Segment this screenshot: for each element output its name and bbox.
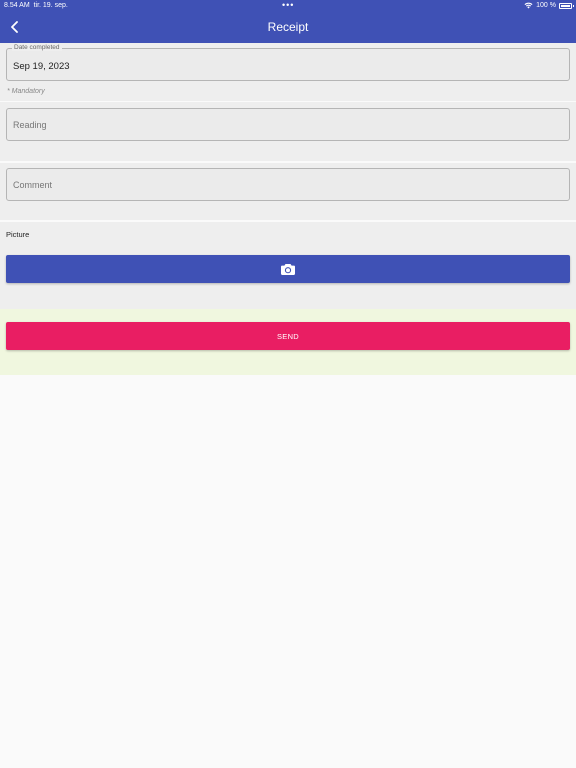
send-area: SEND (0, 309, 576, 375)
reading-input[interactable] (13, 109, 553, 140)
comment-field[interactable] (6, 168, 570, 201)
comment-section (0, 163, 576, 220)
take-picture-button[interactable] (6, 255, 570, 283)
battery-percent: 100 % (536, 2, 556, 9)
wifi-icon (524, 2, 533, 9)
camera-icon (281, 264, 295, 275)
multitasking-dots[interactable]: ••• (282, 0, 294, 10)
status-date: tir. 19. sep. (33, 2, 68, 9)
comment-input[interactable] (13, 169, 553, 200)
status-right: 100 % (524, 2, 574, 9)
battery-icon (559, 2, 574, 9)
reading-field[interactable] (6, 108, 570, 141)
date-section: Date completed Sep 19, 2023 (0, 43, 576, 101)
mandatory-note: * Mandatory (7, 88, 45, 95)
status-time-date: 8.54 AM tir. 19. sep. (4, 2, 68, 9)
app-bar: Receipt (0, 12, 576, 43)
date-completed-label: Date completed (12, 44, 62, 51)
reading-section (0, 102, 576, 161)
date-completed-value: Sep 19, 2023 (13, 61, 70, 72)
date-completed-field[interactable]: Date completed Sep 19, 2023 (6, 44, 570, 81)
send-button[interactable]: SEND (6, 322, 570, 350)
status-time: 8.54 AM (4, 2, 30, 9)
status-bar: 8.54 AM tir. 19. sep. ••• 100 % (0, 0, 576, 12)
page-title: Receipt (267, 20, 309, 34)
picture-label: Picture (6, 230, 30, 239)
